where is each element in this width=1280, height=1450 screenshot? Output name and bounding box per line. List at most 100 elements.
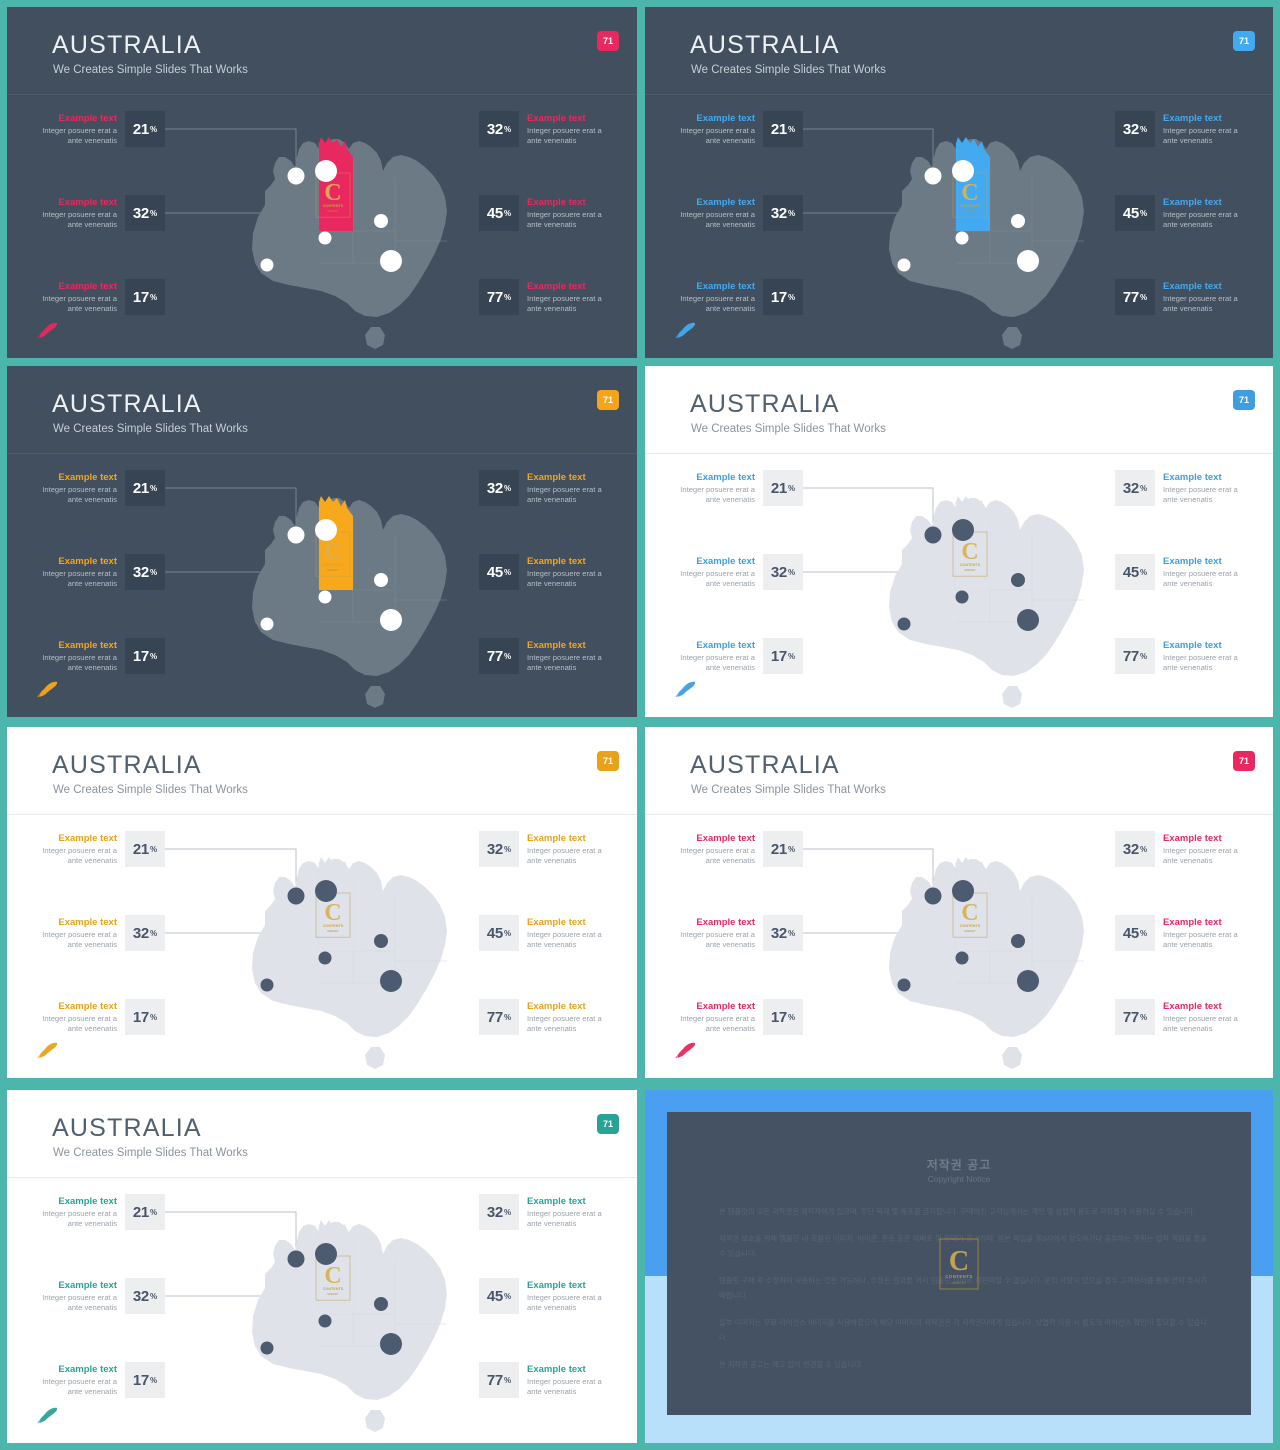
callout-right-3[interactable]: 77% Example text Integer posuere erat a an… — [479, 1362, 615, 1398]
map-marker-dot[interactable] — [955, 951, 969, 965]
map-marker-dot[interactable] — [318, 231, 332, 245]
map-marker-dot[interactable] — [315, 880, 337, 902]
map-marker-dot[interactable] — [1011, 934, 1025, 948]
callout-right-3[interactable]: 77% Example text Integer posuere erat a an… — [1115, 999, 1251, 1035]
map-marker-dot[interactable] — [1017, 609, 1039, 631]
callout-left-1[interactable]: Example text Integer posuere erat a ante … — [667, 831, 803, 867]
callout-left-2[interactable]: Example text Integer posuere erat a ante … — [667, 915, 803, 951]
map-marker-dot[interactable] — [1017, 250, 1039, 272]
slide-s1[interactable]: AUSTRALIA We Creates Simple Slides That W… — [7, 7, 637, 358]
map-marker-dot[interactable] — [260, 617, 274, 631]
map-marker-dot[interactable] — [897, 617, 911, 631]
slide-s6[interactable]: AUSTRALIA We Creates Simple Slides That W… — [645, 727, 1273, 1078]
callout-left-3[interactable]: Example text Integer posuere erat a ante … — [29, 279, 165, 315]
australia-map[interactable]: C CONTENTS MARKET — [157, 464, 487, 714]
callout-right-3[interactable]: 77% Example text Integer posuere erat a an… — [1115, 279, 1251, 315]
callout-right-1[interactable]: 32% Example text Integer posuere erat a an… — [1115, 831, 1251, 867]
callout-left-3[interactable]: Example text Integer posuere erat a ante … — [29, 1362, 165, 1398]
callout-right-2[interactable]: 45% Example text Integer posuere erat a an… — [479, 915, 615, 951]
slide-copyright[interactable]: 저작권 공고 Copyright Notice 본 템플릿의 모든 저작권은 제작자… — [645, 1090, 1273, 1443]
callout-left-3[interactable]: Example text Integer posuere erat a ante … — [667, 999, 803, 1035]
callout-right-2[interactable]: 45% Example text Integer posuere erat a an… — [1115, 195, 1251, 231]
map-marker-dot[interactable] — [260, 978, 274, 992]
australia-map[interactable]: C CONTENTS MARKET — [157, 825, 487, 1075]
map-marker-dot[interactable] — [1011, 573, 1025, 587]
slide-s4[interactable]: AUSTRALIA We Creates Simple Slides That W… — [645, 366, 1273, 717]
map-marker-dot[interactable] — [1011, 214, 1025, 228]
map-marker-dot[interactable] — [955, 590, 969, 604]
map-marker-dot[interactable] — [897, 978, 911, 992]
slide-s7[interactable]: AUSTRALIA We Creates Simple Slides That W… — [7, 1090, 637, 1443]
callout-left-1[interactable]: Example text Integer posuere erat a ante … — [29, 831, 165, 867]
page-number-badge[interactable]: 71 — [1233, 751, 1255, 771]
callout-left-1[interactable]: Example text Integer posuere erat a ante … — [667, 111, 803, 147]
callout-left-1[interactable]: Example text Integer posuere erat a ante … — [667, 470, 803, 506]
callout-right-2[interactable]: 45% Example text Integer posuere erat a an… — [1115, 554, 1251, 590]
callout-left-3[interactable]: Example text Integer posuere erat a ante … — [29, 999, 165, 1035]
callout-left-2[interactable]: Example text Integer posuere erat a ante … — [29, 1278, 165, 1314]
callout-right-2[interactable]: 45% Example text Integer posuere erat a an… — [479, 1278, 615, 1314]
map-marker-dot[interactable] — [318, 951, 332, 965]
callout-right-3[interactable]: 77% Example text Integer posuere erat a an… — [1115, 638, 1251, 674]
callout-right-2[interactable]: 45% Example text Integer posuere erat a an… — [1115, 915, 1251, 951]
callout-left-2[interactable]: Example text Integer posuere erat a ante … — [667, 554, 803, 590]
australia-map[interactable]: C CONTENTS MARKET — [794, 825, 1124, 1075]
map-marker-dot[interactable] — [315, 1243, 337, 1265]
map-marker-dot[interactable] — [287, 1250, 305, 1268]
callout-right-2[interactable]: 45% Example text Integer posuere erat a an… — [479, 554, 615, 590]
map-marker-dot[interactable] — [318, 590, 332, 604]
map-marker-dot[interactable] — [260, 1341, 274, 1355]
map-marker-dot[interactable] — [924, 167, 942, 185]
page-number-badge[interactable]: 71 — [1233, 31, 1255, 51]
slide-s5[interactable]: AUSTRALIA We Creates Simple Slides That W… — [7, 727, 637, 1078]
callout-right-3[interactable]: 77% Example text Integer posuere erat a an… — [479, 638, 615, 674]
callout-right-1[interactable]: 32% Example text Integer posuere erat a an… — [1115, 111, 1251, 147]
australia-map[interactable]: C CONTENTS MARKET — [157, 105, 487, 355]
australia-map[interactable]: C CONTENTS MARKET — [794, 464, 1124, 714]
callout-right-2[interactable]: 45% Example text Integer posuere erat a an… — [479, 195, 615, 231]
page-number-badge[interactable]: 71 — [597, 1114, 619, 1134]
page-number-badge[interactable]: 71 — [597, 31, 619, 51]
callout-left-3[interactable]: Example text Integer posuere erat a ante … — [29, 638, 165, 674]
australia-map[interactable]: C CONTENTS MARKET — [794, 105, 1124, 355]
map-marker-dot[interactable] — [315, 160, 337, 182]
callout-left-2[interactable]: Example text Integer posuere erat a ante … — [667, 195, 803, 231]
map-marker-dot[interactable] — [374, 934, 388, 948]
callout-left-2[interactable]: Example text Integer posuere erat a ante … — [29, 915, 165, 951]
callout-left-2[interactable]: Example text Integer posuere erat a ante … — [29, 554, 165, 590]
map-marker-dot[interactable] — [287, 526, 305, 544]
slide-s2[interactable]: AUSTRALIA We Creates Simple Slides That W… — [645, 7, 1273, 358]
map-marker-dot[interactable] — [955, 231, 969, 245]
map-marker-dot[interactable] — [380, 1333, 402, 1355]
slide-s3[interactable]: AUSTRALIA We Creates Simple Slides That W… — [7, 366, 637, 717]
map-marker-dot[interactable] — [315, 519, 337, 541]
map-marker-dot[interactable] — [952, 519, 974, 541]
callout-right-3[interactable]: 77% Example text Integer posuere erat a an… — [479, 279, 615, 315]
callout-right-1[interactable]: 32% Example text Integer posuere erat a an… — [479, 1194, 615, 1230]
map-marker-dot[interactable] — [924, 887, 942, 905]
page-number-badge[interactable]: 71 — [597, 390, 619, 410]
map-marker-dot[interactable] — [380, 250, 402, 272]
page-number-badge[interactable]: 71 — [1233, 390, 1255, 410]
australia-map[interactable]: C CONTENTS MARKET — [157, 1188, 487, 1438]
map-marker-dot[interactable] — [287, 887, 305, 905]
callout-left-1[interactable]: Example text Integer posuere erat a ante … — [29, 111, 165, 147]
map-marker-dot[interactable] — [260, 258, 274, 272]
callout-left-1[interactable]: Example text Integer posuere erat a ante … — [29, 1194, 165, 1230]
map-marker-dot[interactable] — [318, 1314, 332, 1328]
map-marker-dot[interactable] — [374, 1297, 388, 1311]
map-marker-dot[interactable] — [287, 167, 305, 185]
map-marker-dot[interactable] — [374, 573, 388, 587]
callout-left-1[interactable]: Example text Integer posuere erat a ante … — [29, 470, 165, 506]
callout-left-3[interactable]: Example text Integer posuere erat a ante … — [667, 279, 803, 315]
map-marker-dot[interactable] — [952, 160, 974, 182]
callout-right-3[interactable]: 77% Example text Integer posuere erat a an… — [479, 999, 615, 1035]
map-marker-dot[interactable] — [380, 609, 402, 631]
map-marker-dot[interactable] — [897, 258, 911, 272]
callout-left-2[interactable]: Example text Integer posuere erat a ante … — [29, 195, 165, 231]
map-marker-dot[interactable] — [374, 214, 388, 228]
page-number-badge[interactable]: 71 — [597, 751, 619, 771]
map-marker-dot[interactable] — [380, 970, 402, 992]
callout-right-1[interactable]: 32% Example text Integer posuere erat a an… — [479, 111, 615, 147]
map-marker-dot[interactable] — [924, 526, 942, 544]
